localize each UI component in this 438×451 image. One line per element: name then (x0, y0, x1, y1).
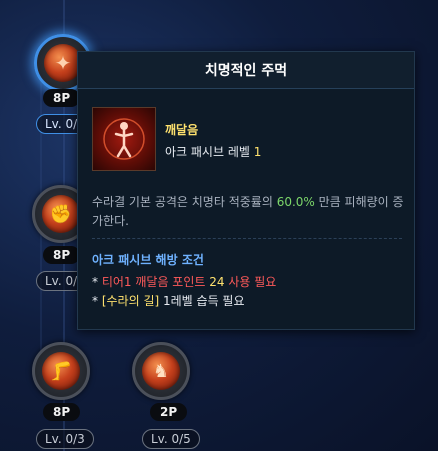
condition-title: 아크 패시브 해방 조건 (92, 253, 204, 267)
cond1-text-2: 사용 필요 (228, 275, 277, 289)
cond2-text: 1레벨 습득 필요 (163, 294, 245, 308)
desc-part-1: 수라결 기본 공격은 치명타 적중률의 (92, 195, 273, 209)
skill-level: 아크 패시브 레벨 1 (165, 143, 261, 160)
kick-icon: 🦵 (49, 360, 73, 382)
tooltip-divider (92, 238, 402, 239)
condition-1: * 티어1 깨달음 포인트 24 사용 필요 (92, 273, 276, 290)
skill-icon (92, 107, 156, 171)
node-2-points: 8P (43, 246, 81, 264)
node-4-level: Lv. 0/5 (142, 429, 200, 449)
tooltip-title: 치명적인 주먹 (78, 52, 414, 89)
skill-name: 깨달음 (165, 123, 199, 137)
level-label: 아크 패시브 레벨 (165, 145, 250, 159)
glowing-body-icon (103, 118, 145, 160)
cond1-text: 티어1 깨달음 포인트 (101, 275, 206, 289)
condition-2: * [수라의 길] 1레벨 습득 필요 (92, 292, 245, 309)
skill-tooltip: 치명적인 주먹 깨달음 아크 패시브 레벨 1 수라결 기본 공격은 치명타 적… (77, 51, 415, 330)
skill-node-3[interactable]: 🦵 (32, 342, 90, 400)
figure-icon: ✦ (54, 51, 72, 75)
skill-node-4[interactable]: ♞ (132, 342, 190, 400)
warrior-icon: ♞ (152, 360, 170, 382)
node-3-points: 8P (43, 403, 81, 421)
fist-icon: ✊ (49, 203, 73, 225)
cond1-number: 24 (209, 275, 225, 289)
skill-description: 수라결 기본 공격은 치명타 적중률의 60.0% 만큼 피해량이 증가한다. (92, 193, 404, 231)
level-value: 1 (253, 145, 262, 159)
node-3-level: Lv. 0/3 (36, 429, 94, 449)
node-4-points: 2P (150, 403, 188, 421)
cond1-bullet: * (92, 275, 98, 289)
node-1-points: 8P (43, 89, 81, 107)
cond2-link: [수라의 길] (101, 294, 160, 308)
desc-highlight: 60.0% (276, 195, 315, 209)
cond2-bullet: * (92, 294, 98, 308)
